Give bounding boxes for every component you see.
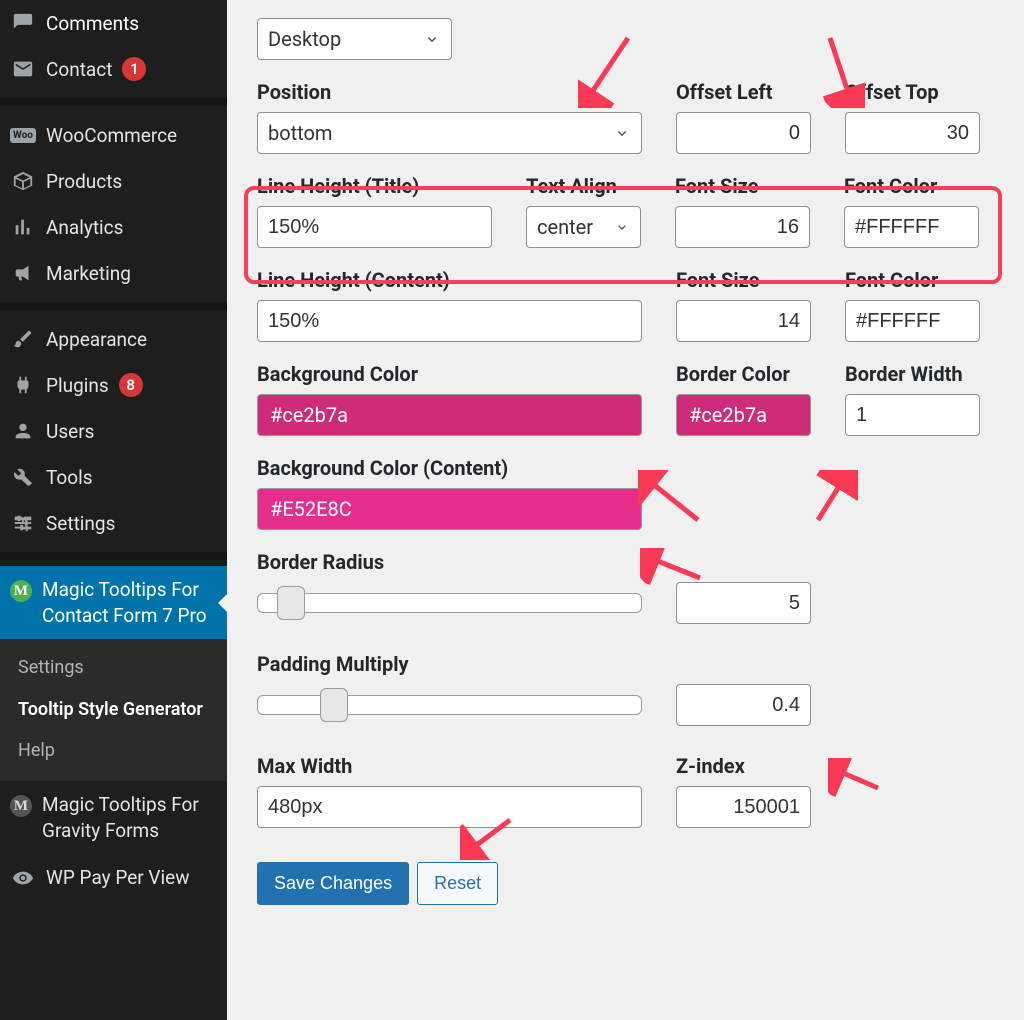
padding-multiply-slider[interactable] (257, 695, 642, 715)
annotation-arrow (640, 548, 710, 588)
position-value: bottom (268, 121, 332, 145)
sidebar-label: Appearance (46, 328, 147, 351)
line-height-content-input[interactable] (257, 300, 642, 342)
sidebar-item-products[interactable]: Products (0, 158, 227, 204)
border-radius-input[interactable] (676, 582, 811, 624)
submenu-item-help[interactable]: Help (14, 730, 227, 771)
offset-left-input[interactable] (676, 112, 811, 154)
offset-top-input[interactable] (845, 112, 980, 154)
annotation-arrow (808, 470, 858, 530)
slider-thumb[interactable] (277, 586, 305, 620)
sidebar-label: Analytics (46, 216, 123, 239)
sidebar-label: Comments (46, 12, 139, 35)
sidebar-label: Marketing (46, 262, 131, 285)
font-size-content-input[interactable] (676, 300, 811, 342)
sidebar-label: Settings (46, 512, 115, 535)
sidebar-item-analytics[interactable]: Analytics (0, 204, 227, 250)
sidebar-item-settings[interactable]: Settings (0, 500, 227, 546)
sidebar-item-contact[interactable]: Contact 1 (0, 46, 227, 92)
sidebar-separator (0, 552, 227, 560)
sidebar-item-magic-gf[interactable]: M Magic Tooltips For Gravity Forms (0, 781, 227, 854)
sidebar-item-marketing[interactable]: Marketing (0, 250, 227, 296)
border-color-label: Border Color (676, 362, 811, 386)
sidebar-label: Contact (46, 58, 112, 81)
padding-multiply-label: Padding Multiply (257, 652, 1010, 676)
sidebar-label: Products (46, 170, 122, 193)
bg-color-content-swatch[interactable]: #E52E8C (257, 488, 642, 530)
annotation-arrow (815, 28, 865, 108)
border-radius-slider[interactable] (257, 593, 642, 613)
chevron-down-icon (613, 124, 631, 142)
m-icon: M (10, 579, 32, 603)
border-width-input[interactable] (845, 394, 980, 436)
sidebar-label: Magic Tooltips For Gravity Forms (42, 792, 217, 843)
sidebar-separator (0, 302, 227, 310)
sidebar-item-users[interactable]: Users (0, 408, 227, 454)
border-radius-label: Border Radius (257, 550, 1010, 574)
sidebar-label: WP Pay Per View (46, 866, 190, 889)
woo-icon: Woo (10, 123, 36, 147)
settings-form: Desktop Position bottom Offset Left Offs… (227, 0, 1024, 1020)
reset-button[interactable]: Reset (417, 862, 498, 905)
border-color-value: #ce2b7a (689, 403, 767, 427)
device-select[interactable]: Desktop (257, 18, 452, 60)
sidebar-item-plugins[interactable]: Plugins 8 (0, 362, 227, 408)
sidebar-badge: 1 (122, 57, 146, 81)
brush-icon (10, 327, 36, 351)
bg-color-content-label: Background Color (Content) (257, 456, 642, 480)
position-select[interactable]: bottom (257, 112, 642, 154)
sidebar-item-tools[interactable]: Tools (0, 454, 227, 500)
chevron-down-icon (423, 30, 441, 48)
bg-color-content-value: #E52E8C (270, 497, 352, 521)
bars-icon (10, 215, 36, 239)
bg-color-label: Background Color (257, 362, 642, 386)
border-color-swatch[interactable]: #ce2b7a (676, 394, 811, 436)
sidebar-label: WooCommerce (46, 124, 177, 147)
plug-icon (10, 373, 36, 397)
submenu-item-style-generator[interactable]: Tooltip Style Generator (14, 689, 227, 730)
sidebar-label: Plugins (46, 374, 109, 397)
sliders-icon (10, 511, 36, 535)
eye-icon (10, 866, 36, 890)
mail-icon (10, 57, 36, 81)
font-color-content-input[interactable] (845, 300, 980, 342)
sidebar-badge: 8 (119, 373, 143, 397)
sidebar-label: Users (46, 420, 94, 443)
bg-color-swatch[interactable]: #ce2b7a (257, 394, 642, 436)
cube-icon (10, 169, 36, 193)
device-value: Desktop (268, 27, 341, 51)
sidebar-item-magic-cf7[interactable]: M Magic Tooltips For Contact Form 7 Pro (0, 566, 227, 639)
sidebar-item-woocommerce[interactable]: Woo WooCommerce (0, 112, 227, 158)
zindex-label: Z-index (676, 754, 811, 778)
zindex-input[interactable] (676, 786, 811, 828)
annotation-highlight (244, 186, 1002, 284)
save-button[interactable]: Save Changes (257, 862, 409, 905)
sidebar-item-comments[interactable]: Comments (0, 0, 227, 46)
submenu-item-settings[interactable]: Settings (14, 647, 227, 688)
wrench-icon (10, 465, 36, 489)
sidebar-label: Tools (46, 466, 93, 489)
m-icon: M (10, 794, 32, 818)
annotation-arrow (828, 758, 888, 798)
sidebar-item-appearance[interactable]: Appearance (0, 316, 227, 362)
megaphone-icon (10, 261, 36, 285)
bg-color-value: #ce2b7a (270, 403, 348, 427)
annotation-arrow (638, 470, 708, 530)
sidebar-separator (0, 98, 227, 106)
max-width-label: Max Width (257, 754, 642, 778)
border-width-label: Border Width (845, 362, 980, 386)
offset-left-label: Offset Left (676, 80, 811, 104)
slider-thumb[interactable] (320, 688, 348, 722)
annotation-arrow (578, 28, 638, 108)
user-icon (10, 419, 36, 443)
max-width-input[interactable] (257, 786, 642, 828)
comment-icon (10, 11, 36, 35)
annotation-arrow (460, 815, 520, 860)
sidebar-item-ppv[interactable]: WP Pay Per View (0, 855, 227, 901)
offset-top-label: Offset Top (845, 80, 980, 104)
sidebar-label: Magic Tooltips For Contact Form 7 Pro (42, 577, 217, 628)
admin-sidebar: Comments Contact 1 Woo WooCommerce Produ… (0, 0, 227, 1020)
sidebar-submenu: Settings Tooltip Style Generator Help (0, 639, 227, 781)
padding-multiply-input[interactable] (676, 684, 811, 726)
